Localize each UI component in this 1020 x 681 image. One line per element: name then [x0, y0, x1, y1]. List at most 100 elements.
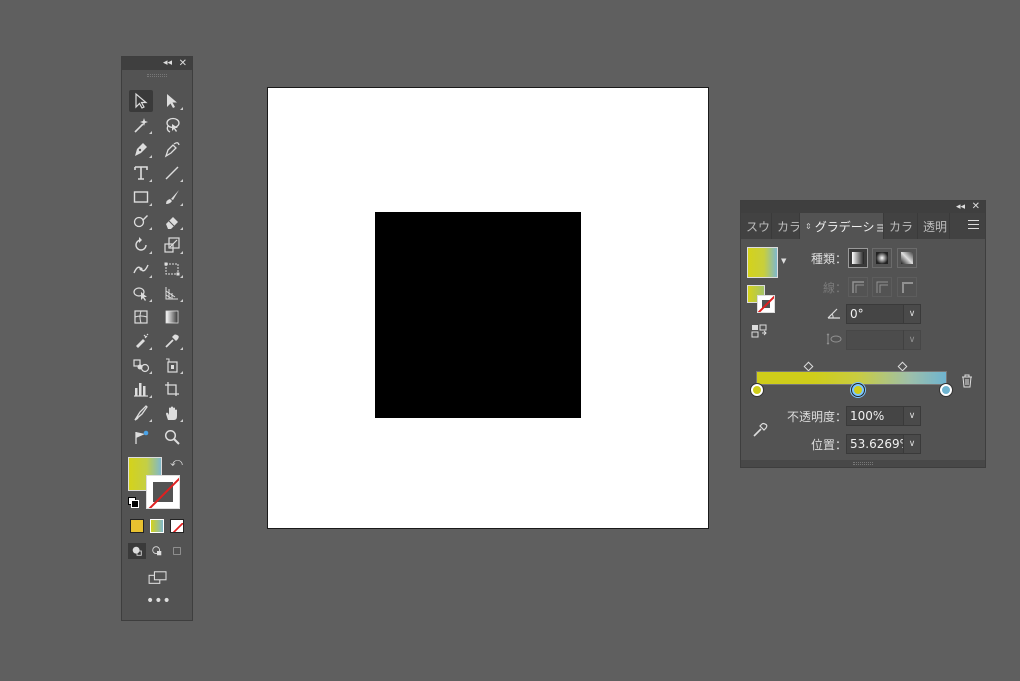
- shape-builder-tool[interactable]: [129, 282, 153, 304]
- dropdown-triangle-icon[interactable]: ▼: [781, 257, 786, 265]
- rectangle-tool[interactable]: [129, 186, 153, 208]
- type-label: 種類：: [810, 252, 847, 266]
- linear-gradient-button[interactable]: [848, 248, 868, 268]
- selection-arrow-icon: [135, 92, 148, 109]
- stroke-across-button[interactable]: [897, 277, 917, 297]
- mesh-icon: [134, 310, 148, 324]
- default-fill-stroke-icon[interactable]: [128, 497, 140, 509]
- eraser-icon: [166, 217, 178, 229]
- perspective-grid-icon: [165, 287, 178, 300]
- hand-tool[interactable]: [160, 402, 184, 424]
- opacity-dropdown[interactable]: ∨: [903, 406, 921, 426]
- aspect-ratio-dropdown[interactable]: ∨: [903, 330, 921, 350]
- gradient-panel-titlebar[interactable]: ◂◂ ✕: [741, 201, 985, 213]
- artboard[interactable]: [267, 87, 709, 529]
- free-transform-tool[interactable]: [160, 258, 184, 280]
- gradient-slider[interactable]: [756, 371, 947, 385]
- gradient-tool[interactable]: [160, 306, 184, 328]
- location-dropdown[interactable]: ∨: [903, 434, 921, 454]
- aspect-ratio-input[interactable]: [846, 330, 904, 350]
- reverse-gradient-button[interactable]: [751, 323, 769, 338]
- perspective-grid-tool[interactable]: [160, 282, 184, 304]
- stroke-within-icon: [852, 281, 864, 293]
- live-paint-tool[interactable]: [160, 354, 184, 376]
- none-button[interactable]: [170, 519, 184, 533]
- tools-panel-titlebar[interactable]: ◂◂ ✕: [122, 57, 192, 70]
- angle-dropdown[interactable]: ∨: [903, 304, 921, 324]
- tab-swatches[interactable]: スウ: [741, 213, 772, 239]
- width-tool[interactable]: [129, 258, 153, 280]
- stroke-swatch[interactable]: [757, 295, 775, 313]
- selection-tool[interactable]: [129, 90, 153, 112]
- live-paint-bucket-icon: [166, 358, 178, 373]
- rotate-tool[interactable]: [129, 234, 153, 256]
- tools-panel: ◂◂ ✕ ⤺ •••: [121, 56, 193, 621]
- magic-wand-tool[interactable]: [129, 114, 153, 136]
- panel-menu-icon[interactable]: [968, 220, 979, 232]
- stroke-within-button[interactable]: [848, 277, 868, 297]
- gradient-midpoint[interactable]: [897, 361, 908, 372]
- opacity-input[interactable]: 100%: [846, 406, 904, 426]
- gradient-stop-selected[interactable]: [852, 384, 864, 396]
- delete-stop-icon[interactable]: [961, 373, 973, 388]
- color-button[interactable]: [130, 519, 144, 533]
- angle-input[interactable]: 0°: [846, 304, 904, 324]
- black-square-shape[interactable]: [375, 212, 581, 418]
- stroke-along-button[interactable]: [872, 277, 892, 297]
- blend-icon: [133, 359, 150, 373]
- blend-tool[interactable]: [129, 354, 153, 376]
- column-graph-tool[interactable]: [129, 378, 153, 400]
- line-tool[interactable]: [160, 162, 184, 184]
- zoom-tool[interactable]: [160, 426, 184, 448]
- eyedropper-tool[interactable]: [160, 330, 184, 352]
- puppet-warp-tool[interactable]: [129, 426, 153, 448]
- edit-toolbar-button[interactable]: •••: [146, 594, 171, 609]
- tab-label: スウ: [746, 219, 771, 234]
- tools-panel-grip[interactable]: [122, 70, 192, 80]
- type-tool[interactable]: [129, 162, 153, 184]
- close-icon[interactable]: ✕: [179, 57, 187, 70]
- slice-tool[interactable]: [129, 402, 153, 424]
- location-input[interactable]: 53.6269%: [846, 434, 904, 454]
- tab-color-guide[interactable]: カラ: [884, 213, 918, 239]
- tab-arrows-icon: ⇕: [805, 221, 812, 231]
- freeform-gradient-button[interactable]: [897, 248, 917, 268]
- curvature-tool[interactable]: [160, 138, 184, 160]
- gradient-midpoint[interactable]: [803, 361, 814, 372]
- swap-fill-stroke-icon[interactable]: ⤺: [170, 455, 183, 470]
- gradient-button[interactable]: [150, 519, 164, 533]
- draw-behind-button[interactable]: [148, 543, 166, 559]
- artboard-tool[interactable]: [160, 378, 184, 400]
- gradient-stop[interactable]: [751, 384, 763, 396]
- radial-gradient-button[interactable]: [872, 248, 892, 268]
- gradient-preview-swatch[interactable]: [747, 247, 778, 278]
- tab-gradient[interactable]: ⇕グラデーション: [800, 213, 884, 239]
- gradient-stop[interactable]: [940, 384, 952, 396]
- double-chevron-left-icon[interactable]: ◂◂: [163, 57, 172, 70]
- draw-normal-button[interactable]: [128, 543, 146, 559]
- magnifier-icon: [164, 429, 180, 445]
- lasso-tool[interactable]: [160, 114, 184, 136]
- symbol-sprayer-icon: [136, 333, 149, 348]
- tab-color[interactable]: カラ: [772, 213, 800, 239]
- stroke-across-icon: [902, 282, 913, 293]
- stroke-swatch[interactable]: [146, 475, 180, 509]
- symbol-sprayer-tool[interactable]: [129, 330, 153, 352]
- eyedropper-icon[interactable]: [751, 421, 769, 439]
- direct-selection-tool[interactable]: [160, 90, 184, 112]
- location-label: 位置：: [810, 438, 847, 452]
- pen-tool[interactable]: [129, 138, 153, 160]
- double-chevron-left-icon[interactable]: ◂◂: [956, 201, 965, 213]
- paintbrush-tool[interactable]: [160, 186, 184, 208]
- curvature-pen-icon: [164, 142, 180, 158]
- panel-resize-grip[interactable]: [741, 460, 985, 467]
- eraser-tool[interactable]: [160, 210, 184, 232]
- scale-tool[interactable]: [160, 234, 184, 256]
- tab-transparency[interactable]: 透明: [918, 213, 950, 239]
- mesh-tool[interactable]: [129, 306, 153, 328]
- change-screen-mode-button[interactable]: [146, 569, 170, 587]
- close-icon[interactable]: ✕: [972, 201, 980, 213]
- shaper-tool[interactable]: [129, 210, 153, 232]
- draw-inside-button[interactable]: [168, 543, 186, 559]
- none-slash-icon: [172, 522, 183, 532]
